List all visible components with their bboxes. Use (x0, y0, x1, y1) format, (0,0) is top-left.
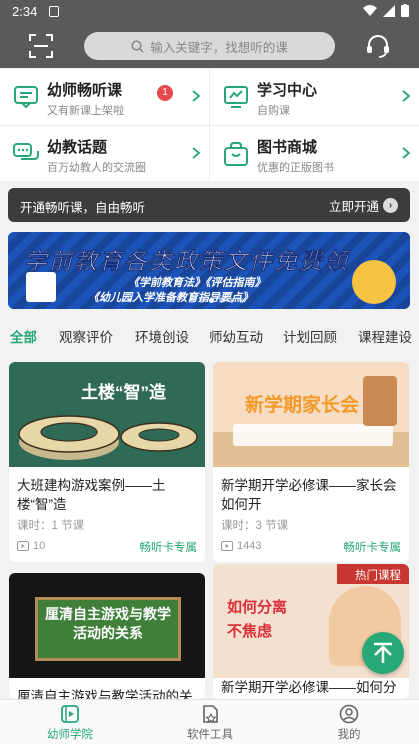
course-lessons: 课时：1 节课 (17, 520, 85, 532)
quick-link-title: 幼教话题 (47, 139, 108, 156)
nav-label: 我的 (337, 729, 361, 741)
quick-link-learning-center[interactable]: 学习中心 自购课 (210, 69, 419, 125)
tab-curriculum[interactable]: 课程建设 (358, 326, 412, 346)
back-to-top-button[interactable] (362, 632, 404, 674)
chevron-right-icon (192, 147, 201, 159)
banner-headline: 学前教育各类政策文件免费领 (24, 248, 349, 274)
view-count: 10 (33, 540, 46, 552)
membership-text: 开通畅听课，自由畅听 (20, 201, 146, 215)
course-title: 厘清自主游戏与教学活动的关 (17, 689, 193, 699)
view-count: 1443 (237, 540, 262, 552)
tab-observation[interactable]: 观察评价 (59, 326, 113, 346)
qr-code-icon (26, 272, 56, 302)
course-cover: 新学期家长会 (213, 362, 409, 467)
play-book-icon (61, 705, 79, 723)
course-cover: 厘清自主游戏与教学活动的关系 (9, 573, 205, 678)
play-icon (221, 541, 233, 551)
scan-icon[interactable] (28, 33, 54, 59)
carousel-dot (199, 298, 204, 303)
open-membership-label: 立即开通 (328, 200, 379, 214)
quick-link-listen-course[interactable]: 幼师畅听课 又有新课上架啦 1 (0, 69, 209, 125)
quick-links-grid: 幼师畅听课 又有新课上架啦 1 学习中心 自购课 幼教话题 百万幼教人的交流圈 … (0, 69, 419, 181)
tab-environment[interactable]: 环境创设 (135, 326, 189, 346)
carousel-dot (229, 298, 234, 303)
nav-academy[interactable]: 幼师学院 (0, 700, 140, 744)
tools-doc-icon (203, 705, 218, 724)
tab-plan-review[interactable]: 计划回顾 (283, 326, 337, 346)
course-views: 10 (17, 540, 45, 552)
course-card[interactable]: 土楼“智”造 大班建构游戏案例——土楼“智”造 课时：1 节课 10 畅听卡专属 (9, 362, 205, 562)
membership-tag: 畅听卡专属 (343, 542, 402, 554)
quick-link-bookstore[interactable]: 图书商城 优惠的正版图书 (210, 126, 419, 182)
cover-text: 新学期家长会 (245, 395, 360, 416)
hot-course-badge: 热门课程 (355, 570, 401, 582)
carousel-dot (209, 298, 214, 303)
mascot-icon (352, 260, 396, 304)
carousel-dot (219, 298, 224, 303)
membership-action[interactable]: 立即开通 › (329, 196, 398, 215)
carousel-indicator (189, 298, 244, 303)
arrow-up-icon (374, 642, 392, 663)
arrow-right-icon: › (383, 198, 398, 213)
quick-link-title: 幼师畅听课 (47, 82, 123, 99)
course-lessons: 课时：3 节课 (221, 520, 289, 532)
chevron-right-icon (402, 90, 411, 102)
course-title: 大班建构游戏案例——土楼“智”造 (17, 478, 166, 512)
app-header: 2:34 输入关键字，找想听的课 (0, 0, 419, 68)
quick-link-title: 学习中心 (257, 82, 318, 99)
chevron-right-icon (192, 90, 201, 102)
headset-icon[interactable] (364, 32, 392, 60)
course-cover: 土楼“智”造 (9, 362, 205, 467)
quick-link-title: 图书商城 (257, 139, 318, 156)
nav-tools[interactable]: 软件工具 (140, 700, 280, 744)
category-tabs: 全部 观察评价 环境创设 师幼互动 计划回顾 课程建设 (0, 318, 419, 352)
course-title: 新学期开学必修课——如何分离 (221, 680, 397, 695)
quick-link-subtitle: 自购课 (257, 105, 290, 117)
quick-link-subtitle: 百万幼教人的交流圈 (47, 162, 146, 174)
course-card[interactable]: 厘清自主游戏与教学活动的关系 厘清自主游戏与教学活动的关 (9, 573, 205, 699)
cover-text: 如何分离 不焦虑 (227, 599, 288, 640)
nav-label: 软件工具 (187, 729, 233, 741)
cover-text: 土楼“智”造 (81, 383, 166, 402)
course-card[interactable]: 新学期家长会 新学期开学必修课——家长会如何开 课时：3 节课 1443 畅听卡… (213, 362, 409, 562)
nav-label: 幼师学院 (47, 729, 93, 741)
cover-text: 厘清自主游戏与教学活动的关系 (45, 606, 171, 641)
carousel-dot (189, 298, 194, 303)
membership-bar[interactable]: 开通畅听课，自由畅听 立即开通 › (8, 188, 410, 222)
quick-link-topics[interactable]: 幼教话题 百万幼教人的交流圈 (0, 126, 209, 182)
message-board-icon (14, 86, 38, 109)
chat-bubbles-icon (13, 143, 39, 160)
status-bar: 2:34 (0, 0, 419, 24)
wifi-icon (363, 4, 377, 16)
battery-icon (401, 4, 409, 17)
notification-icon (49, 6, 59, 17)
chart-monitor-icon (224, 86, 248, 108)
quick-link-subtitle: 优惠的正版图书 (257, 162, 334, 174)
search-icon (131, 39, 144, 53)
banner-line: 《学前教育法》《评估指南》 (128, 277, 266, 289)
membership-tag: 畅听卡专属 (139, 542, 198, 554)
signal-icon (383, 4, 395, 17)
search-placeholder: 输入关键字，找想听的课 (150, 40, 288, 55)
status-icons (363, 4, 409, 17)
carousel-dot (239, 298, 244, 303)
play-icon (17, 541, 29, 551)
user-icon (339, 704, 359, 724)
status-time: 2:34 (12, 4, 38, 19)
nav-profile[interactable]: 我的 (279, 700, 419, 744)
course-title: 新学期开学必修课——家长会如何开 (221, 478, 397, 512)
promo-banner[interactable]: 学前教育各类政策文件免费领 《学前教育法》《评估指南》 《幼儿园入学准备教育指导… (8, 232, 410, 309)
bag-icon (224, 142, 248, 166)
quick-link-subtitle: 又有新课上架啦 (47, 105, 124, 117)
tab-interaction[interactable]: 师幼互动 (209, 326, 263, 346)
course-views: 1443 (221, 540, 261, 552)
bottom-nav: 幼师学院 软件工具 我的 (0, 699, 419, 744)
unread-badge: 1 (157, 85, 173, 101)
tab-all[interactable]: 全部 (10, 326, 37, 346)
search-input[interactable]: 输入关键字，找想听的课 (84, 32, 335, 60)
chevron-right-icon (402, 147, 411, 159)
